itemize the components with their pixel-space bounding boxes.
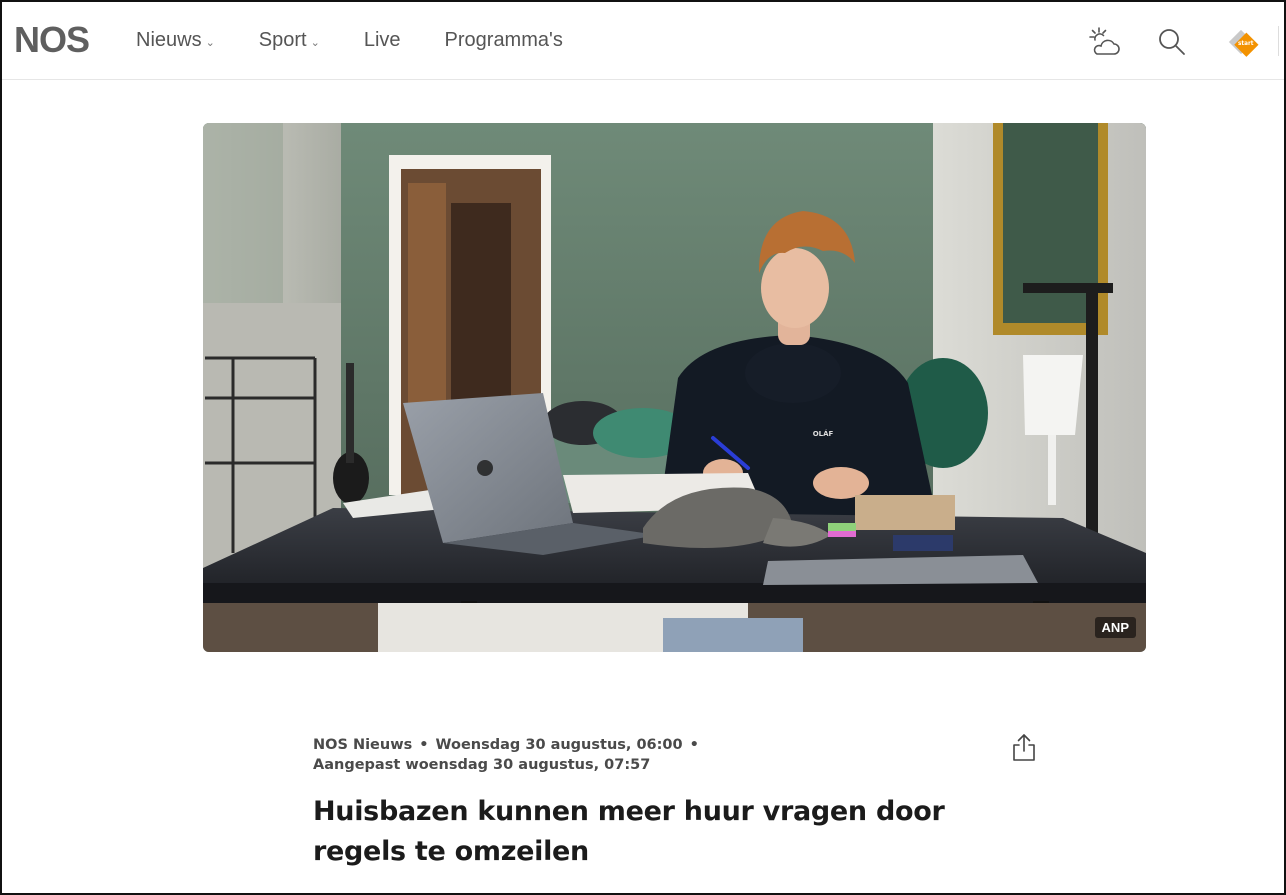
article-headline: Huisbazen kunnen meer huur vragen door r… (313, 796, 945, 867)
chevron-down-icon: ⌄ (310, 37, 320, 49)
npo-start-label: start (1238, 41, 1254, 47)
share-button[interactable] (1009, 730, 1039, 764)
npo-start-icon[interactable]: start (1221, 22, 1261, 62)
published-date: Woensdag 30 augustus, 06:00 (435, 737, 683, 753)
separator-dot: • (419, 737, 429, 753)
browser-frame: NOS Nieuws ⌄ Sport ⌄ Live Programma's st… (0, 0, 1286, 895)
share-icon (1013, 734, 1035, 761)
hoodie-text: OLÁF (813, 429, 834, 438)
separator-dot: • (689, 737, 699, 753)
nav-item-label: Nieuws (136, 29, 202, 51)
header-divider (1278, 26, 1279, 56)
article-source[interactable]: NOS Nieuws (313, 737, 412, 753)
weather-icon[interactable] (1084, 22, 1124, 62)
nav-item-label: Live (363, 29, 401, 51)
main-nav: Nieuws ⌄ Sport ⌄ Live Programma's (136, 28, 607, 52)
updated-date: Aangepast woensdag 30 augustus, 07:57 (313, 757, 651, 773)
meta-line-1: NOS Nieuws • Woensdag 30 augustus, 06:00 • (313, 735, 873, 755)
site-header: NOS Nieuws ⌄ Sport ⌄ Live Programma's st… (2, 2, 1284, 80)
nav-item-label: Sport (258, 29, 307, 51)
nav-item-sport[interactable]: Sport ⌄ (259, 28, 320, 52)
nos-logo[interactable]: NOS (14, 20, 90, 60)
chevron-down-icon: ⌄ (205, 37, 215, 49)
nav-item-live[interactable]: Live (364, 28, 401, 52)
nav-item-label: Programma's (444, 29, 563, 51)
search-icon[interactable] (1152, 22, 1192, 62)
nav-item-programmas[interactable]: Programma's (445, 28, 563, 52)
article-hero-image: OLÁF ANP (203, 123, 1146, 652)
photo-credit: ANP (1094, 617, 1136, 638)
article-meta: NOS Nieuws • Woensdag 30 augustus, 06:00 • … (313, 735, 873, 775)
nav-item-nieuws[interactable]: Nieuws ⌄ (136, 28, 215, 52)
